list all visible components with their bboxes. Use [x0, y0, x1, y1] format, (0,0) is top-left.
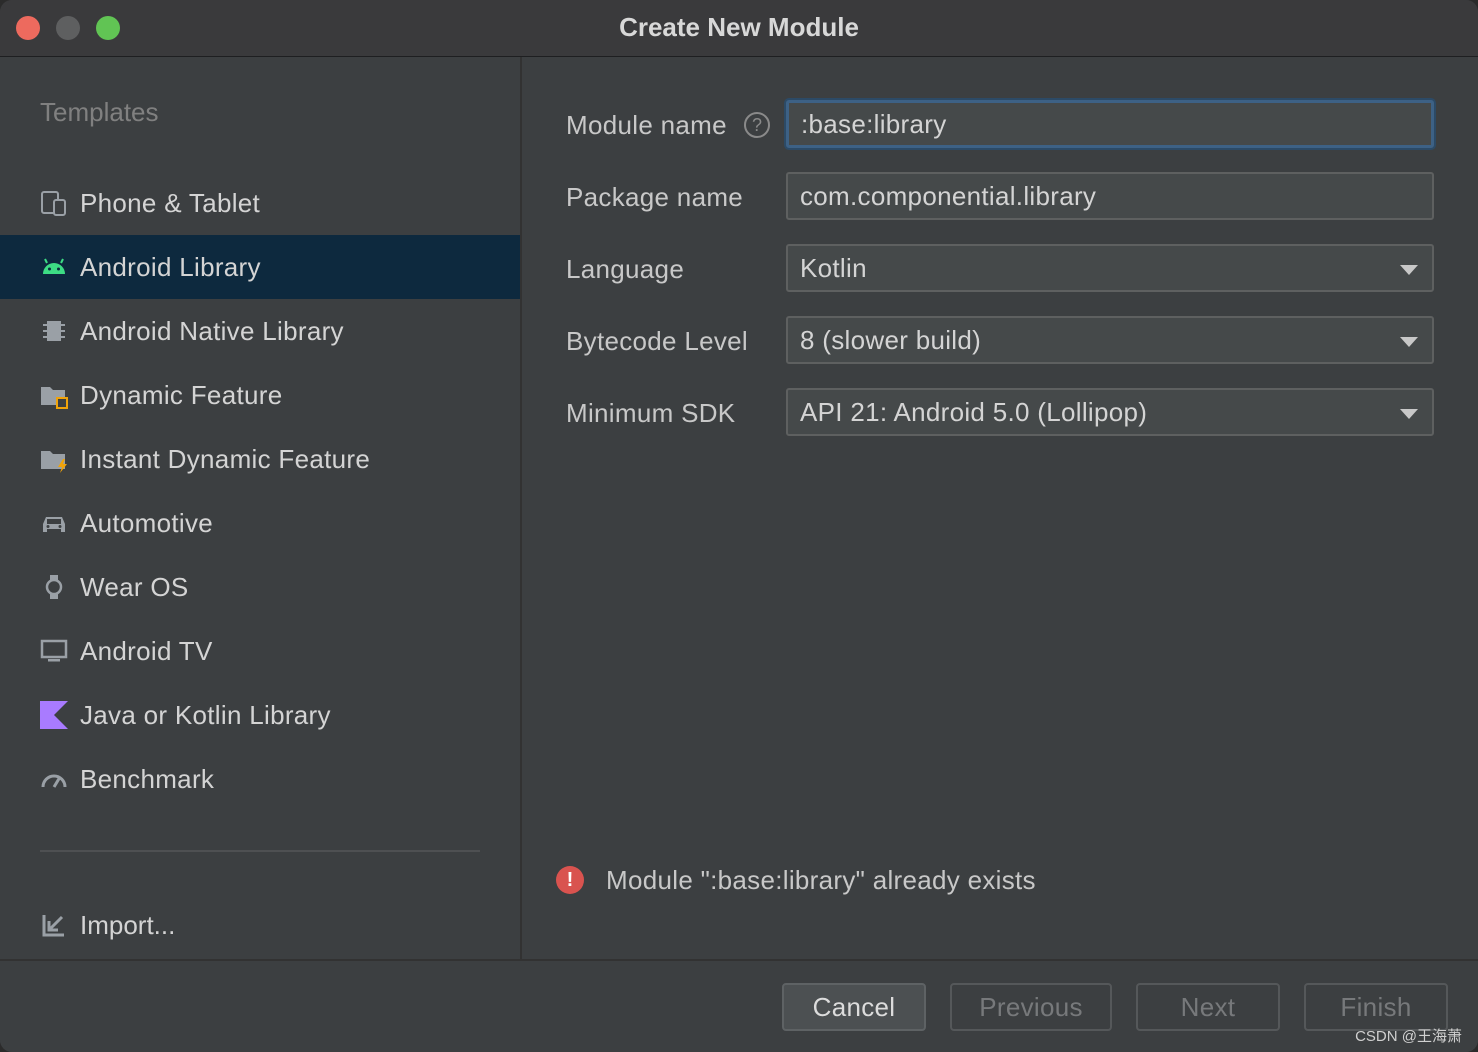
- language-dropdown[interactable]: Kotlin: [786, 244, 1434, 292]
- sidebar-item-label: Android Native Library: [80, 315, 344, 346]
- android-icon: [40, 253, 68, 281]
- sidebar-item-android-native-library[interactable]: Android Native Library: [0, 299, 520, 363]
- sidebar-item-automotive[interactable]: Automotive: [0, 491, 520, 555]
- chevron-down-icon: [1400, 265, 1418, 275]
- templates-sidebar: Templates Phone & Tablet Android Library…: [0, 57, 522, 959]
- language-label: Language: [566, 254, 685, 284]
- minimum-sdk-dropdown[interactable]: API 21: Android 5.0 (Lollipop): [786, 388, 1434, 436]
- sidebar-item-label: Wear OS: [80, 571, 189, 602]
- module-config-panel: Module name ? Package name Language Kotl…: [522, 57, 1478, 959]
- sidebar-item-android-tv[interactable]: Android TV: [0, 619, 520, 683]
- package-name-row: Package name: [566, 172, 1434, 220]
- sidebar-item-label: Java or Kotlin Library: [80, 699, 331, 730]
- sidebar-item-dynamic-feature[interactable]: Dynamic Feature: [0, 363, 520, 427]
- native-chip-icon: [40, 317, 68, 345]
- kotlin-icon: [40, 701, 68, 729]
- bytecode-level-dropdown[interactable]: 8 (slower build): [786, 316, 1434, 364]
- instant-feature-folder-icon: [40, 445, 68, 473]
- dialog-window: Create New Module Templates Phone & Tabl…: [0, 0, 1478, 1052]
- language-value: Kotlin: [800, 253, 867, 283]
- validation-error: ! Module ":base:library" already exists: [556, 863, 1036, 897]
- sidebar-item-label: Android TV: [80, 635, 213, 666]
- import-button[interactable]: Import...: [0, 893, 520, 957]
- window-title: Create New Module: [619, 12, 859, 42]
- package-name-input[interactable]: [786, 172, 1434, 220]
- dynamic-feature-folder-icon: [40, 381, 68, 409]
- language-row: Language Kotlin: [566, 244, 1434, 292]
- help-icon[interactable]: ?: [744, 112, 770, 138]
- module-name-row: Module name ?: [566, 100, 1434, 148]
- sidebar-divider: [40, 850, 480, 852]
- sidebar-item-benchmark[interactable]: Benchmark: [0, 747, 520, 811]
- sidebar-item-label: Android Library: [80, 251, 261, 282]
- phone-tablet-icon: [40, 189, 68, 217]
- chevron-down-icon: [1400, 337, 1418, 347]
- templates-list: Phone & Tablet Android Library Android N…: [0, 171, 520, 811]
- sidebar-item-instant-dynamic-feature[interactable]: Instant Dynamic Feature: [0, 427, 520, 491]
- watch-icon: [40, 573, 68, 601]
- error-message: Module ":base:library" already exists: [606, 864, 1036, 895]
- module-name-label: Module name: [566, 110, 727, 140]
- module-name-input[interactable]: [786, 100, 1434, 148]
- cancel-button[interactable]: Cancel: [782, 983, 926, 1031]
- tv-icon: [40, 637, 68, 665]
- import-label: Import...: [80, 909, 176, 940]
- minimum-sdk-value: API 21: Android 5.0 (Lollipop): [800, 397, 1148, 427]
- previous-button[interactable]: Previous: [950, 983, 1112, 1031]
- car-icon: [40, 509, 68, 537]
- sidebar-item-label: Phone & Tablet: [80, 187, 261, 218]
- package-name-label: Package name: [566, 182, 744, 212]
- error-icon: !: [556, 866, 584, 894]
- finish-button[interactable]: Finish: [1304, 983, 1448, 1031]
- sidebar-item-label: Automotive: [80, 507, 214, 538]
- sidebar-item-wear-os[interactable]: Wear OS: [0, 555, 520, 619]
- bytecode-level-value: 8 (slower build): [800, 325, 982, 355]
- watermark-text: CSDN @王海萧: [1355, 1028, 1462, 1045]
- sidebar-item-label: Instant Dynamic Feature: [80, 443, 371, 474]
- sidebar-item-phone-tablet[interactable]: Phone & Tablet: [0, 171, 520, 235]
- minimum-sdk-row: Minimum SDK API 21: Android 5.0 (Lollipo…: [566, 388, 1434, 436]
- next-button[interactable]: Next: [1136, 983, 1280, 1031]
- title-bar: Create New Module: [0, 0, 1478, 57]
- gauge-icon: [40, 765, 68, 793]
- dialog-footer: Cancel Previous Next Finish CSDN @王海萧: [0, 959, 1478, 1052]
- chevron-down-icon: [1400, 409, 1418, 419]
- bytecode-level-label: Bytecode Level: [566, 326, 748, 356]
- sidebar-item-java-kotlin-library[interactable]: Java or Kotlin Library: [0, 683, 520, 747]
- sidebar-item-label: Benchmark: [80, 763, 215, 794]
- sidebar-item-android-library[interactable]: Android Library: [0, 235, 520, 299]
- sidebar-item-label: Dynamic Feature: [80, 379, 283, 410]
- import-arrow-icon: [40, 911, 68, 939]
- minimum-sdk-label: Minimum SDK: [566, 398, 736, 428]
- bytecode-level-row: Bytecode Level 8 (slower build): [566, 316, 1434, 364]
- templates-heading: Templates: [40, 97, 159, 127]
